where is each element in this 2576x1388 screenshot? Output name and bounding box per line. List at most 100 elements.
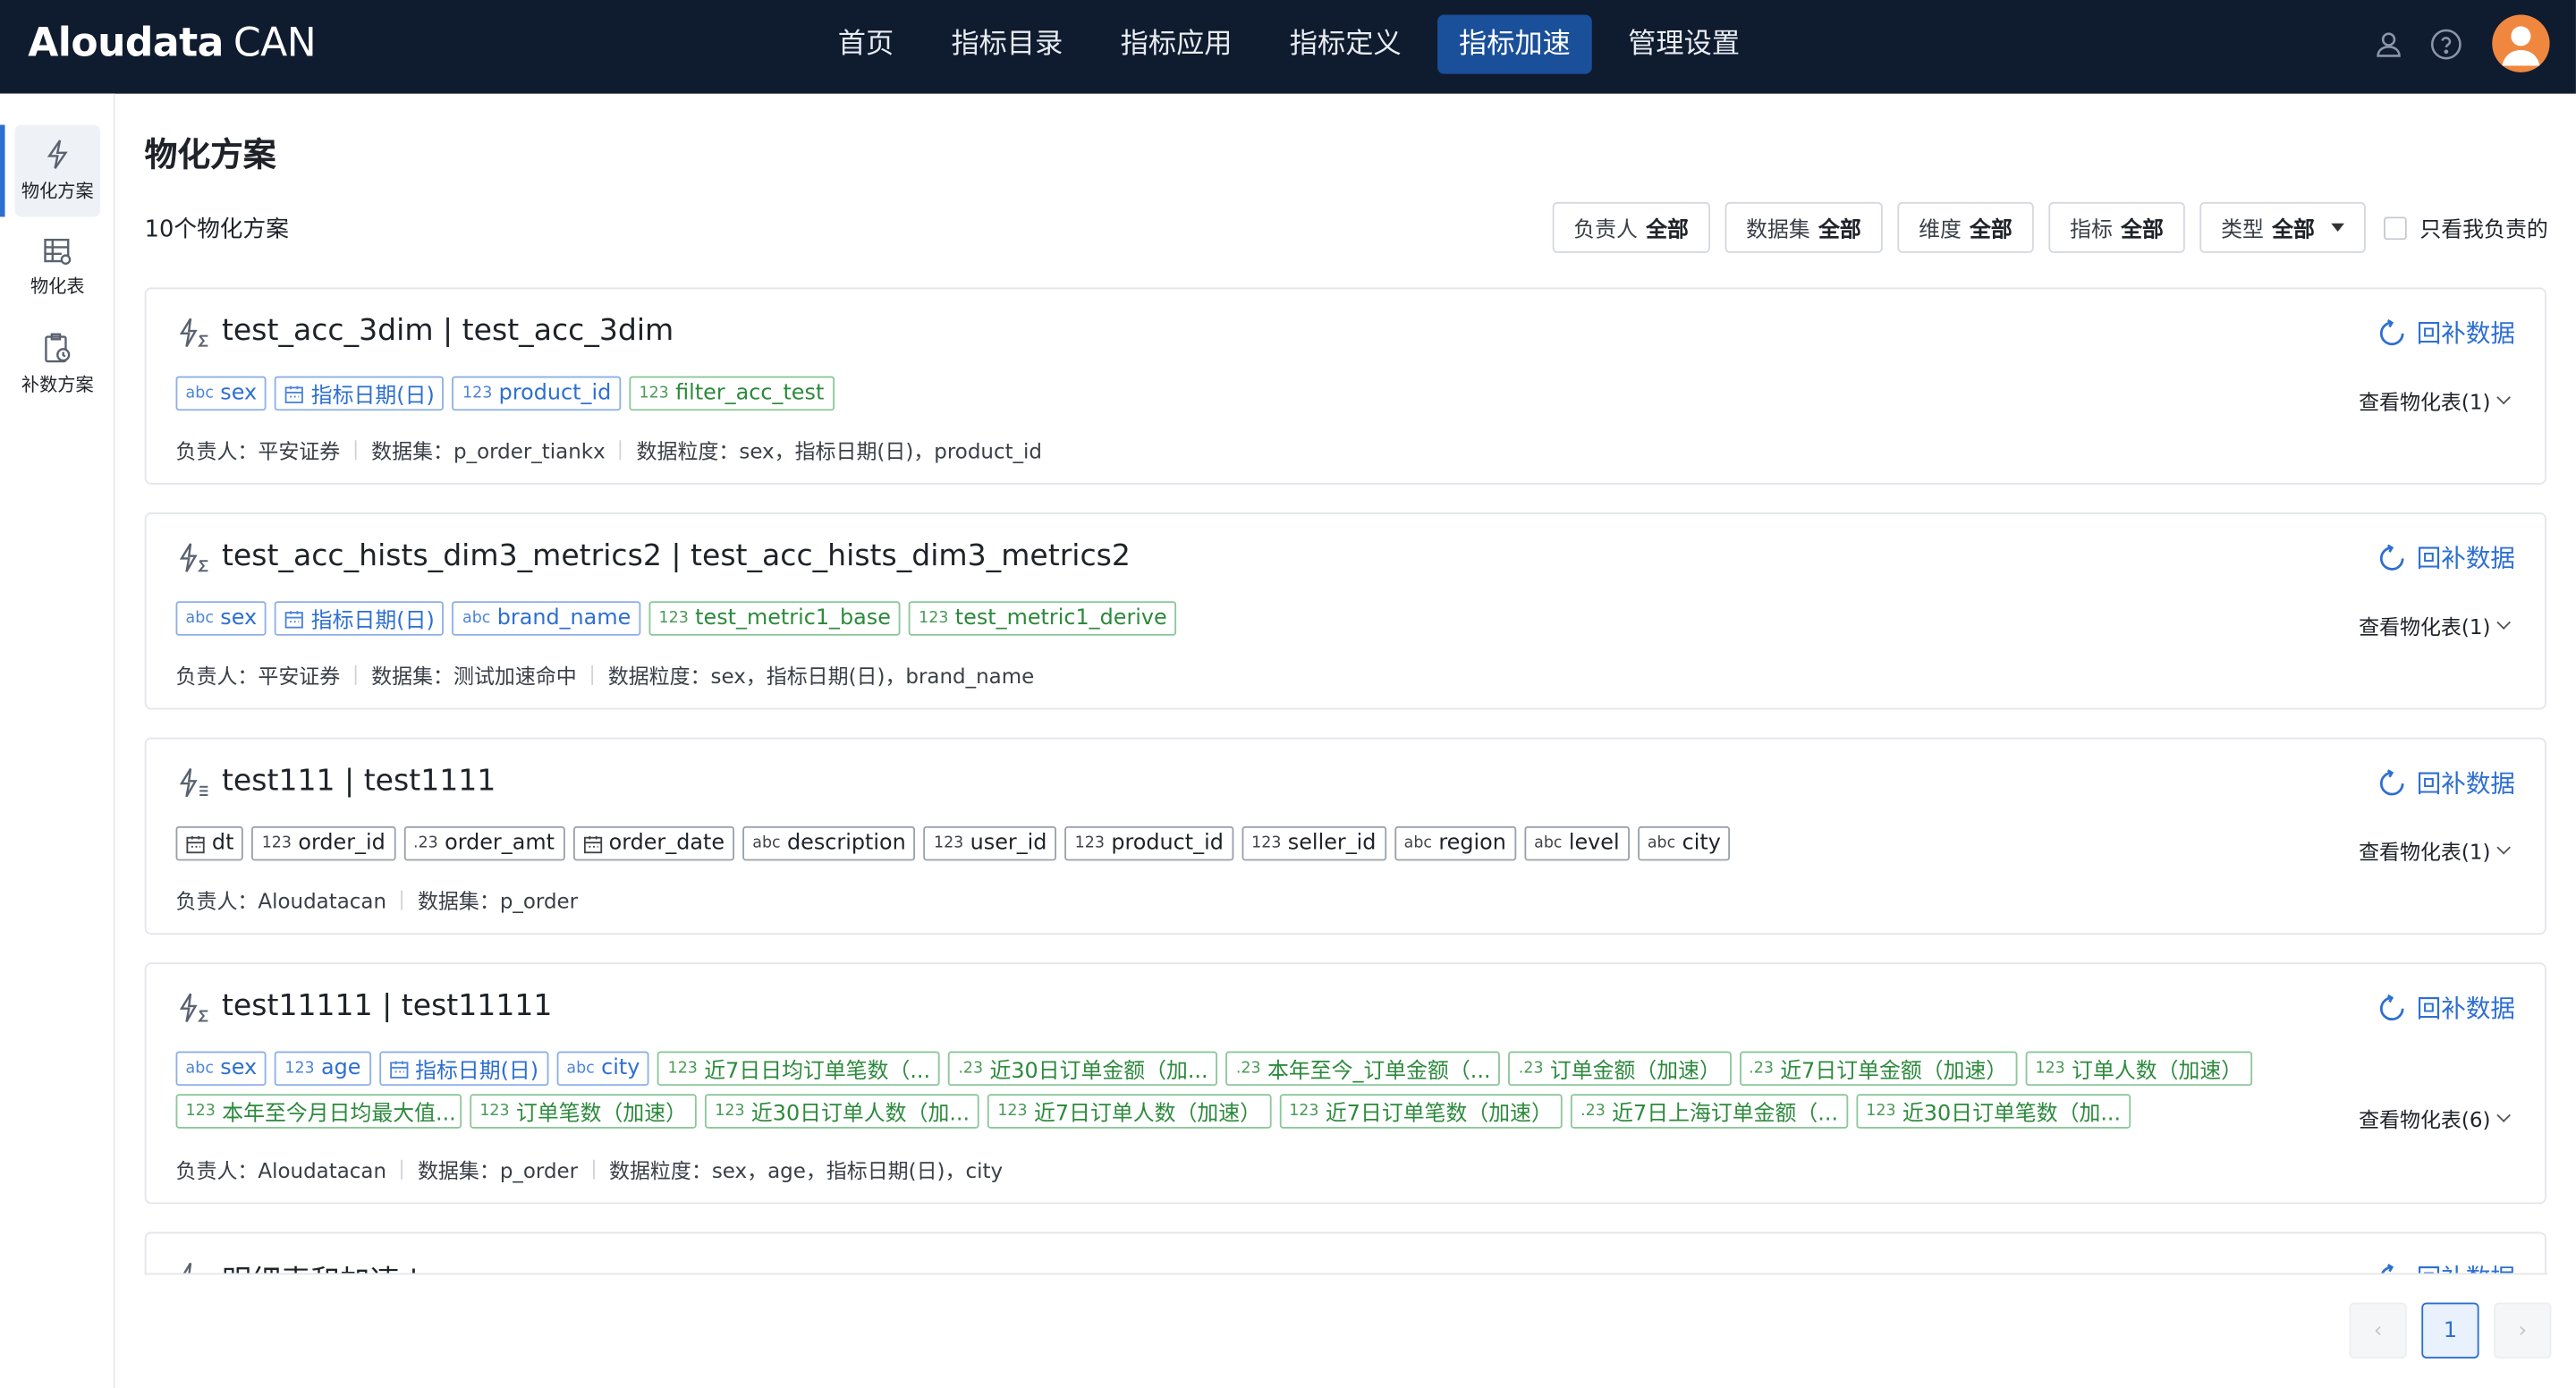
type-string-icon: abc [185, 1059, 214, 1078]
filter-label: 类型 [2221, 218, 2264, 243]
field-tag[interactable]: 123 test_metric1_derive [909, 601, 1177, 636]
filter-4[interactable]: 类型 全部 [2199, 201, 2366, 253]
plan-meta: 负责人：Aloudatacan 数据集：p_order 数据粒度：sex，age，指… [176, 1153, 1004, 1184]
field-tag[interactable]: 123 product_id [452, 376, 622, 411]
field-tags: dt 123 order_id .23 order_amt order_date abc de… [175, 825, 2295, 869]
nav-item-2[interactable]: 指标应用 [1099, 15, 1254, 74]
filter-0[interactable]: 负责人 全部 [1552, 201, 1710, 253]
field-tag[interactable]: order_date [572, 825, 735, 861]
app-logo[interactable]: Aloudata CAN [28, 20, 316, 65]
plan-title[interactable]: test_acc_3dim | test_acc_3dim [222, 314, 674, 349]
left-sidebar: 物化方案 物化表 补数方案 [0, 93, 115, 1388]
plan-meta: 负责人：Aloudatacan 数据集：p_order [176, 884, 579, 915]
field-tag[interactable]: .23 近30日订单金额（加... [948, 1051, 1218, 1087]
plan-card[interactable]: 明细表和加速 | 回补数据 [144, 1231, 2546, 1274]
nav-item-4[interactable]: 指标加速 [1437, 14, 1592, 74]
meta-value: p_order [499, 888, 579, 914]
plan-card[interactable]: test11111 | test11111 回补数据 查看物化表(6) abc sex 1… [144, 962, 2546, 1205]
field-tag[interactable]: .23 近7日上海订单金额（... [1571, 1094, 1849, 1129]
plan-card[interactable]: test_acc_hists_dim3_metrics2 | test_acc_… [144, 512, 2546, 710]
field-tag[interactable]: 123 seller_id [1241, 825, 1386, 861]
field-tag[interactable]: abc sex [175, 601, 267, 636]
field-tag[interactable]: 123 近7日日均订单笔数（... [657, 1051, 941, 1087]
meta-item: 数据粒度：sex，age，指标日期(日)，city [609, 1153, 1003, 1184]
sidebar-item-2[interactable]: 补数方案 [15, 318, 101, 410]
view-table-label: 查看物化表(1) [2359, 614, 2491, 639]
field-tag[interactable]: 123 product_id [1064, 825, 1233, 861]
field-tag[interactable]: 123 近7日订单笔数（加速） [1279, 1094, 1563, 1129]
meta-value: Aloudatacan [258, 1157, 387, 1183]
page-number-button[interactable]: 1 [2421, 1302, 2479, 1358]
field-tag[interactable]: abc city [556, 1051, 650, 1087]
type-integer-icon: 123 [715, 1102, 745, 1121]
plan-title[interactable]: test11111 | test11111 [222, 989, 552, 1024]
user-icon[interactable] [2372, 27, 2405, 60]
field-tag[interactable]: 123 近30日订单笔数（加... [1856, 1094, 2131, 1129]
plan-title[interactable]: 明细表和加速 | [222, 1258, 419, 1273]
field-tag[interactable]: .23 order_amt [402, 825, 564, 861]
refill-data-button[interactable]: 回补数据 [2377, 540, 2515, 575]
field-tag[interactable]: 123 本年至今月日均最大值... [175, 1094, 462, 1129]
field-tag[interactable]: 123 order_id [251, 825, 395, 861]
field-tag[interactable]: 指标日期(日) [275, 601, 445, 636]
type-integer-icon: 123 [1251, 834, 1282, 853]
refill-data-button[interactable]: 回补数据 [2377, 316, 2515, 351]
next-page-button[interactable]: › [2494, 1302, 2552, 1358]
field-tag[interactable]: 123 近7日订单人数（加速） [987, 1094, 1272, 1129]
field-tag[interactable]: 123 filter_acc_test [629, 376, 835, 411]
calendar-icon [284, 384, 304, 403]
type-integer-icon: 123 [997, 1102, 1028, 1121]
plan-card[interactable]: test_acc_3dim | test_acc_3dim 回补数据查看物化表(1… [144, 287, 2546, 485]
sidebar-item-1[interactable]: 物化表 [15, 222, 101, 314]
meta-item: 数据集：p_order [418, 1153, 578, 1184]
refill-data-button[interactable]: 回补数据 [2377, 1260, 2515, 1274]
sidebar-item-0[interactable]: 物化方案 [14, 124, 101, 217]
field-tag-label: user_id [970, 831, 1047, 856]
filter-2[interactable]: 维度 全部 [1897, 201, 2034, 253]
field-tag[interactable]: .23 订单金额（加速） [1508, 1051, 1731, 1087]
field-tag[interactable]: 123 age [275, 1051, 371, 1087]
nav-item-5[interactable]: 管理设置 [1606, 15, 1761, 74]
field-tag[interactable]: abc city [1637, 825, 1731, 861]
field-tag[interactable]: dt [175, 825, 244, 861]
plan-title[interactable]: test111 | test1111 [222, 764, 496, 799]
field-tag[interactable]: abc brand_name [452, 601, 641, 636]
field-tag[interactable]: .23 近7日订单金额（加速） [1739, 1051, 2018, 1087]
only-mine-checkbox[interactable] [2384, 216, 2407, 240]
field-tag[interactable]: 123 user_id [923, 825, 1057, 861]
field-tag[interactable]: 123 test_metric1_base [648, 601, 901, 636]
view-materialized-table-button[interactable]: 查看物化表(6) [2359, 1102, 2511, 1133]
field-tag[interactable]: abc sex [175, 376, 267, 411]
nav-item-1[interactable]: 指标目录 [930, 15, 1085, 74]
refill-data-button[interactable]: 回补数据 [2377, 766, 2515, 800]
help-icon[interactable] [2429, 27, 2462, 60]
nav-item-0[interactable]: 首页 [817, 15, 915, 74]
refill-data-button[interactable]: 回补数据 [2377, 991, 2515, 1026]
filter-label: 数据集 [1746, 218, 1810, 243]
only-mine-toggle[interactable]: 只看我负责的 [2384, 212, 2548, 243]
filter-3[interactable]: 指标 全部 [2048, 201, 2185, 253]
prev-page-button[interactable]: ‹ [2349, 1302, 2407, 1358]
field-tag[interactable]: 123 近30日订单人数（加... [705, 1094, 980, 1129]
nav-item-3[interactable]: 指标定义 [1268, 15, 1423, 74]
field-tag[interactable]: 123 订单笔数（加速） [470, 1094, 698, 1129]
filter-1[interactable]: 数据集 全部 [1724, 201, 1883, 253]
field-tag[interactable]: abc level [1524, 825, 1630, 861]
type-integer-icon: 123 [1866, 1102, 1896, 1121]
view-materialized-table-button[interactable]: 查看物化表(1) [2359, 834, 2511, 866]
avatar[interactable] [2492, 14, 2550, 72]
filter-value: 全部 [1646, 218, 1689, 243]
type-decimal-icon: .23 [1580, 1102, 1606, 1121]
field-tag[interactable]: abc sex [175, 1051, 267, 1087]
field-tag[interactable]: .23 本年至今_订单金额（... [1225, 1051, 1501, 1087]
field-tag[interactable]: 123 订单人数（加速） [2025, 1051, 2253, 1087]
view-materialized-table-button[interactable]: 查看物化表(1) [2359, 385, 2511, 416]
field-tag[interactable]: abc region [1394, 825, 1516, 861]
field-tag[interactable]: abc description [742, 825, 916, 861]
field-tag-label: 本年至今_订单金额（... [1267, 1059, 1491, 1085]
field-tag[interactable]: 指标日期(日) [275, 376, 445, 411]
plan-title[interactable]: test_acc_hists_dim3_metrics2 | test_acc_… [222, 538, 1131, 573]
view-materialized-table-button[interactable]: 查看物化表(1) [2359, 609, 2511, 640]
field-tag[interactable]: 指标日期(日) [378, 1051, 549, 1087]
plan-card[interactable]: test111 | test1111 回补数据 查看物化表(1) dt 123 order… [144, 737, 2546, 935]
